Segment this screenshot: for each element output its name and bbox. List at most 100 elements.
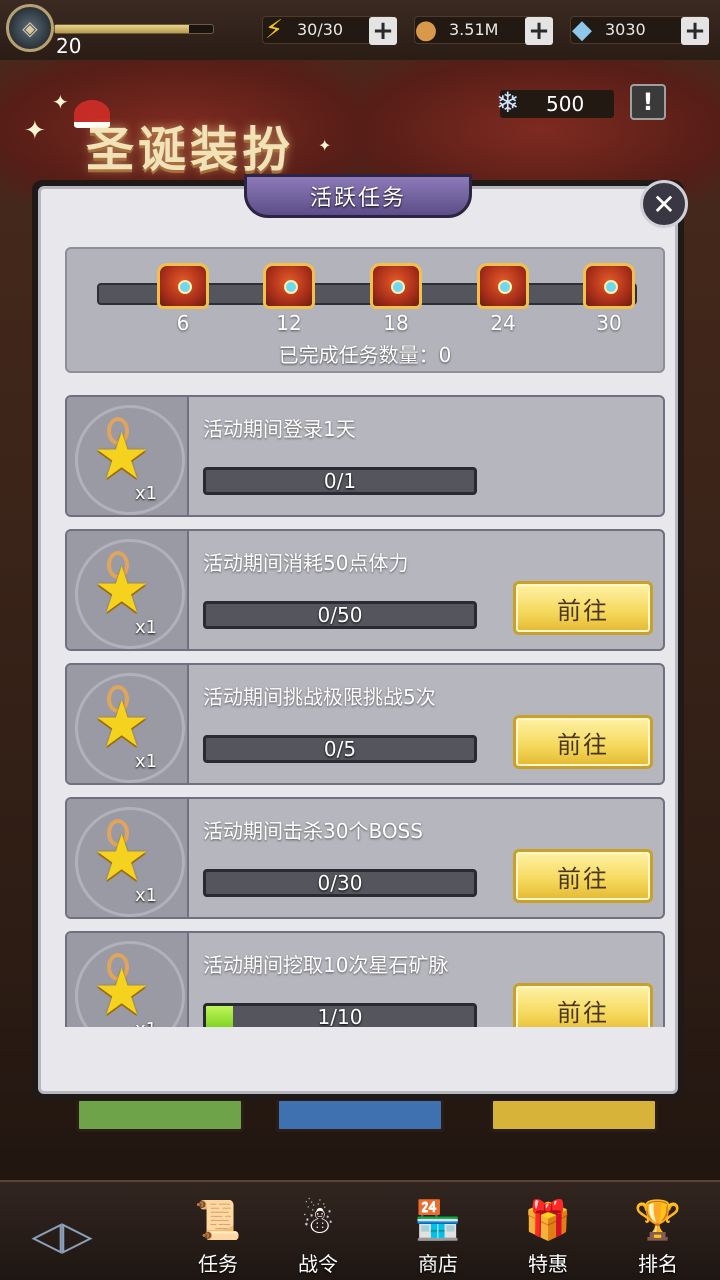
reward-count: x1: [135, 885, 158, 906]
top-resource-bar: ◈ 20 ⚡ 30/30 + ● 3.51M + ◆ 3030 +: [0, 0, 720, 60]
lightning-icon: ⚡: [264, 15, 284, 45]
task-item: ★ x1 活动期间消耗50点体力 0/50 前往: [65, 529, 665, 651]
energy-value: 30/30: [297, 20, 344, 39]
milestone-label: 12: [276, 311, 302, 335]
nav-item-tasks[interactable]: 📜 任务: [170, 1192, 266, 1278]
nav-item-shop[interactable]: 🏪 商店: [390, 1192, 486, 1278]
snowflake-value: 500: [546, 92, 585, 116]
reward-slot[interactable]: ★ x1: [67, 933, 189, 1027]
reward-count: x1: [135, 483, 158, 504]
gem-resource: ◆ 3030 +: [570, 15, 709, 45]
nav-item-battle-pass[interactable]: ☃ 战令: [270, 1192, 366, 1278]
chest-icon[interactable]: [583, 263, 635, 309]
reward-count: x1: [135, 751, 158, 772]
add-gem-button[interactable]: +: [681, 17, 709, 45]
nav-label: 排名: [638, 1252, 678, 1276]
reward-strip-3: [490, 1098, 658, 1132]
scroll-icon: 📜: [194, 1197, 242, 1242]
task-item: ★ x1 活动期间击杀30个BOSS 0/30 前往: [65, 797, 665, 919]
task-progress-bar: 0/50: [203, 601, 477, 629]
snowman-icon: ☃: [300, 1198, 336, 1242]
coin-icon: ●: [414, 15, 438, 45]
go-button[interactable]: 前往: [513, 849, 653, 903]
gift-icon: 🎁: [524, 1197, 572, 1242]
task-progress-text: 0/50: [317, 603, 363, 627]
nav-label: 任务: [198, 1252, 238, 1276]
shop-icon: 🏪: [414, 1197, 462, 1242]
task-progress-bar: 1/10: [203, 1003, 477, 1027]
info-button[interactable]: !: [630, 84, 666, 120]
star-charm-icon: ★: [93, 554, 151, 628]
chest-icon[interactable]: [477, 263, 529, 309]
reward-strip-1: [76, 1098, 244, 1132]
nav-label: 战令: [298, 1252, 338, 1276]
chest-icon[interactable]: [370, 263, 422, 309]
nav-item-deals[interactable]: 🎁 特惠: [500, 1192, 596, 1278]
task-description: 活动期间登录1天: [203, 417, 356, 441]
modal-body: 6 12 18 24 30 已完成任务数量：0 ★ x1 活动期间登录1天 0/…: [38, 186, 678, 1094]
milestone-label: 18: [383, 311, 409, 335]
nav-label: 特惠: [528, 1252, 568, 1276]
nav-item-ranking[interactable]: 🏆 排名: [610, 1192, 706, 1278]
chest-icon[interactable]: [263, 263, 315, 309]
task-description: 活动期间击杀30个BOSS: [203, 819, 423, 843]
completed-tasks-count: 已完成任务数量：0: [278, 343, 452, 367]
energy-resource: ⚡ 30/30 +: [262, 15, 397, 45]
bottom-nav: ◁▷ 📜 任务 ☃ 战令 🏪 商店 🎁 特惠 🏆 排名: [0, 1180, 720, 1280]
reward-strip-2: [276, 1098, 444, 1132]
event-title: 圣诞装扮: [86, 122, 295, 178]
go-button[interactable]: 前往: [513, 983, 653, 1027]
gem-icon: ◆: [572, 15, 592, 45]
close-icon[interactable]: ✕: [640, 180, 688, 228]
star-charm-icon: ★: [93, 822, 151, 896]
reward-count: x1: [135, 617, 158, 638]
milestone-label: 24: [490, 311, 516, 335]
chest-icon[interactable]: [157, 263, 209, 309]
reward-slot[interactable]: ★ x1: [67, 531, 189, 649]
task-progress-text: 0/5: [323, 737, 357, 761]
gold-value: 3.51M: [449, 20, 499, 39]
task-progress-text: 0/30: [317, 871, 363, 895]
milestone-panel: 6 12 18 24 30 已完成任务数量：0: [65, 247, 665, 373]
modal-title: 活跃任务: [244, 174, 472, 218]
player-level: 20: [56, 34, 82, 58]
nav-label: 商店: [418, 1252, 458, 1276]
trophy-icon: 🏆: [634, 1197, 682, 1242]
reward-slot[interactable]: ★ x1: [67, 665, 189, 783]
sparkle-icon: ✦: [318, 136, 332, 155]
task-description: 活动期间挖取10次星石矿脉: [203, 953, 449, 977]
star-charm-icon: ★: [93, 688, 151, 762]
add-gold-button[interactable]: +: [525, 17, 553, 45]
gem-value: 3030: [605, 20, 646, 39]
snowflake-counter: ❄ 500: [496, 86, 614, 119]
task-progress-bar: 0/30: [203, 869, 477, 897]
xp-bar: [54, 24, 214, 34]
task-description: 活动期间挑战极限挑战5次: [203, 685, 436, 709]
star-charm-icon: ★: [93, 956, 151, 1027]
add-energy-button[interactable]: +: [369, 17, 397, 45]
sparkle-icon: ✦: [52, 90, 69, 114]
snowflake-icon: ❄: [496, 86, 520, 119]
task-list[interactable]: ★ x1 活动期间登录1天 0/1 ★ x1 活动期间消耗50点体力 0/50 …: [65, 395, 665, 1027]
task-progress-bar: 0/5: [203, 735, 477, 763]
task-progress-bar: 0/1: [203, 467, 477, 495]
reward-count: x1: [135, 1019, 157, 1027]
milestone-label: 6: [176, 311, 190, 335]
go-button[interactable]: 前往: [513, 581, 653, 635]
active-tasks-modal: 6 12 18 24 30 已完成任务数量：0 ★ x1 活动期间登录1天 0/…: [32, 174, 684, 1100]
task-progress-text: 0/1: [323, 469, 357, 493]
milestone-label: 30: [596, 311, 622, 335]
reward-slot[interactable]: ★ x1: [67, 397, 189, 515]
go-button[interactable]: 前往: [513, 715, 653, 769]
sparkle-icon: ✦: [24, 116, 46, 146]
player-level-badge[interactable]: ◈: [6, 4, 54, 52]
task-item: ★ x1 活动期间挑战极限挑战5次 0/5 前往: [65, 663, 665, 785]
task-progress-text: 1/10: [317, 1005, 363, 1027]
reward-slot[interactable]: ★ x1: [67, 799, 189, 917]
gold-resource: ● 3.51M +: [414, 15, 553, 45]
task-description: 活动期间消耗50点体力: [203, 551, 409, 575]
home-arrow-icon[interactable]: ◁▷: [18, 1208, 106, 1264]
star-charm-icon: ★: [93, 420, 151, 494]
task-item: ★ x1 活动期间挖取10次星石矿脉 1/10 前往: [65, 931, 665, 1027]
task-item: ★ x1 活动期间登录1天 0/1: [65, 395, 665, 517]
